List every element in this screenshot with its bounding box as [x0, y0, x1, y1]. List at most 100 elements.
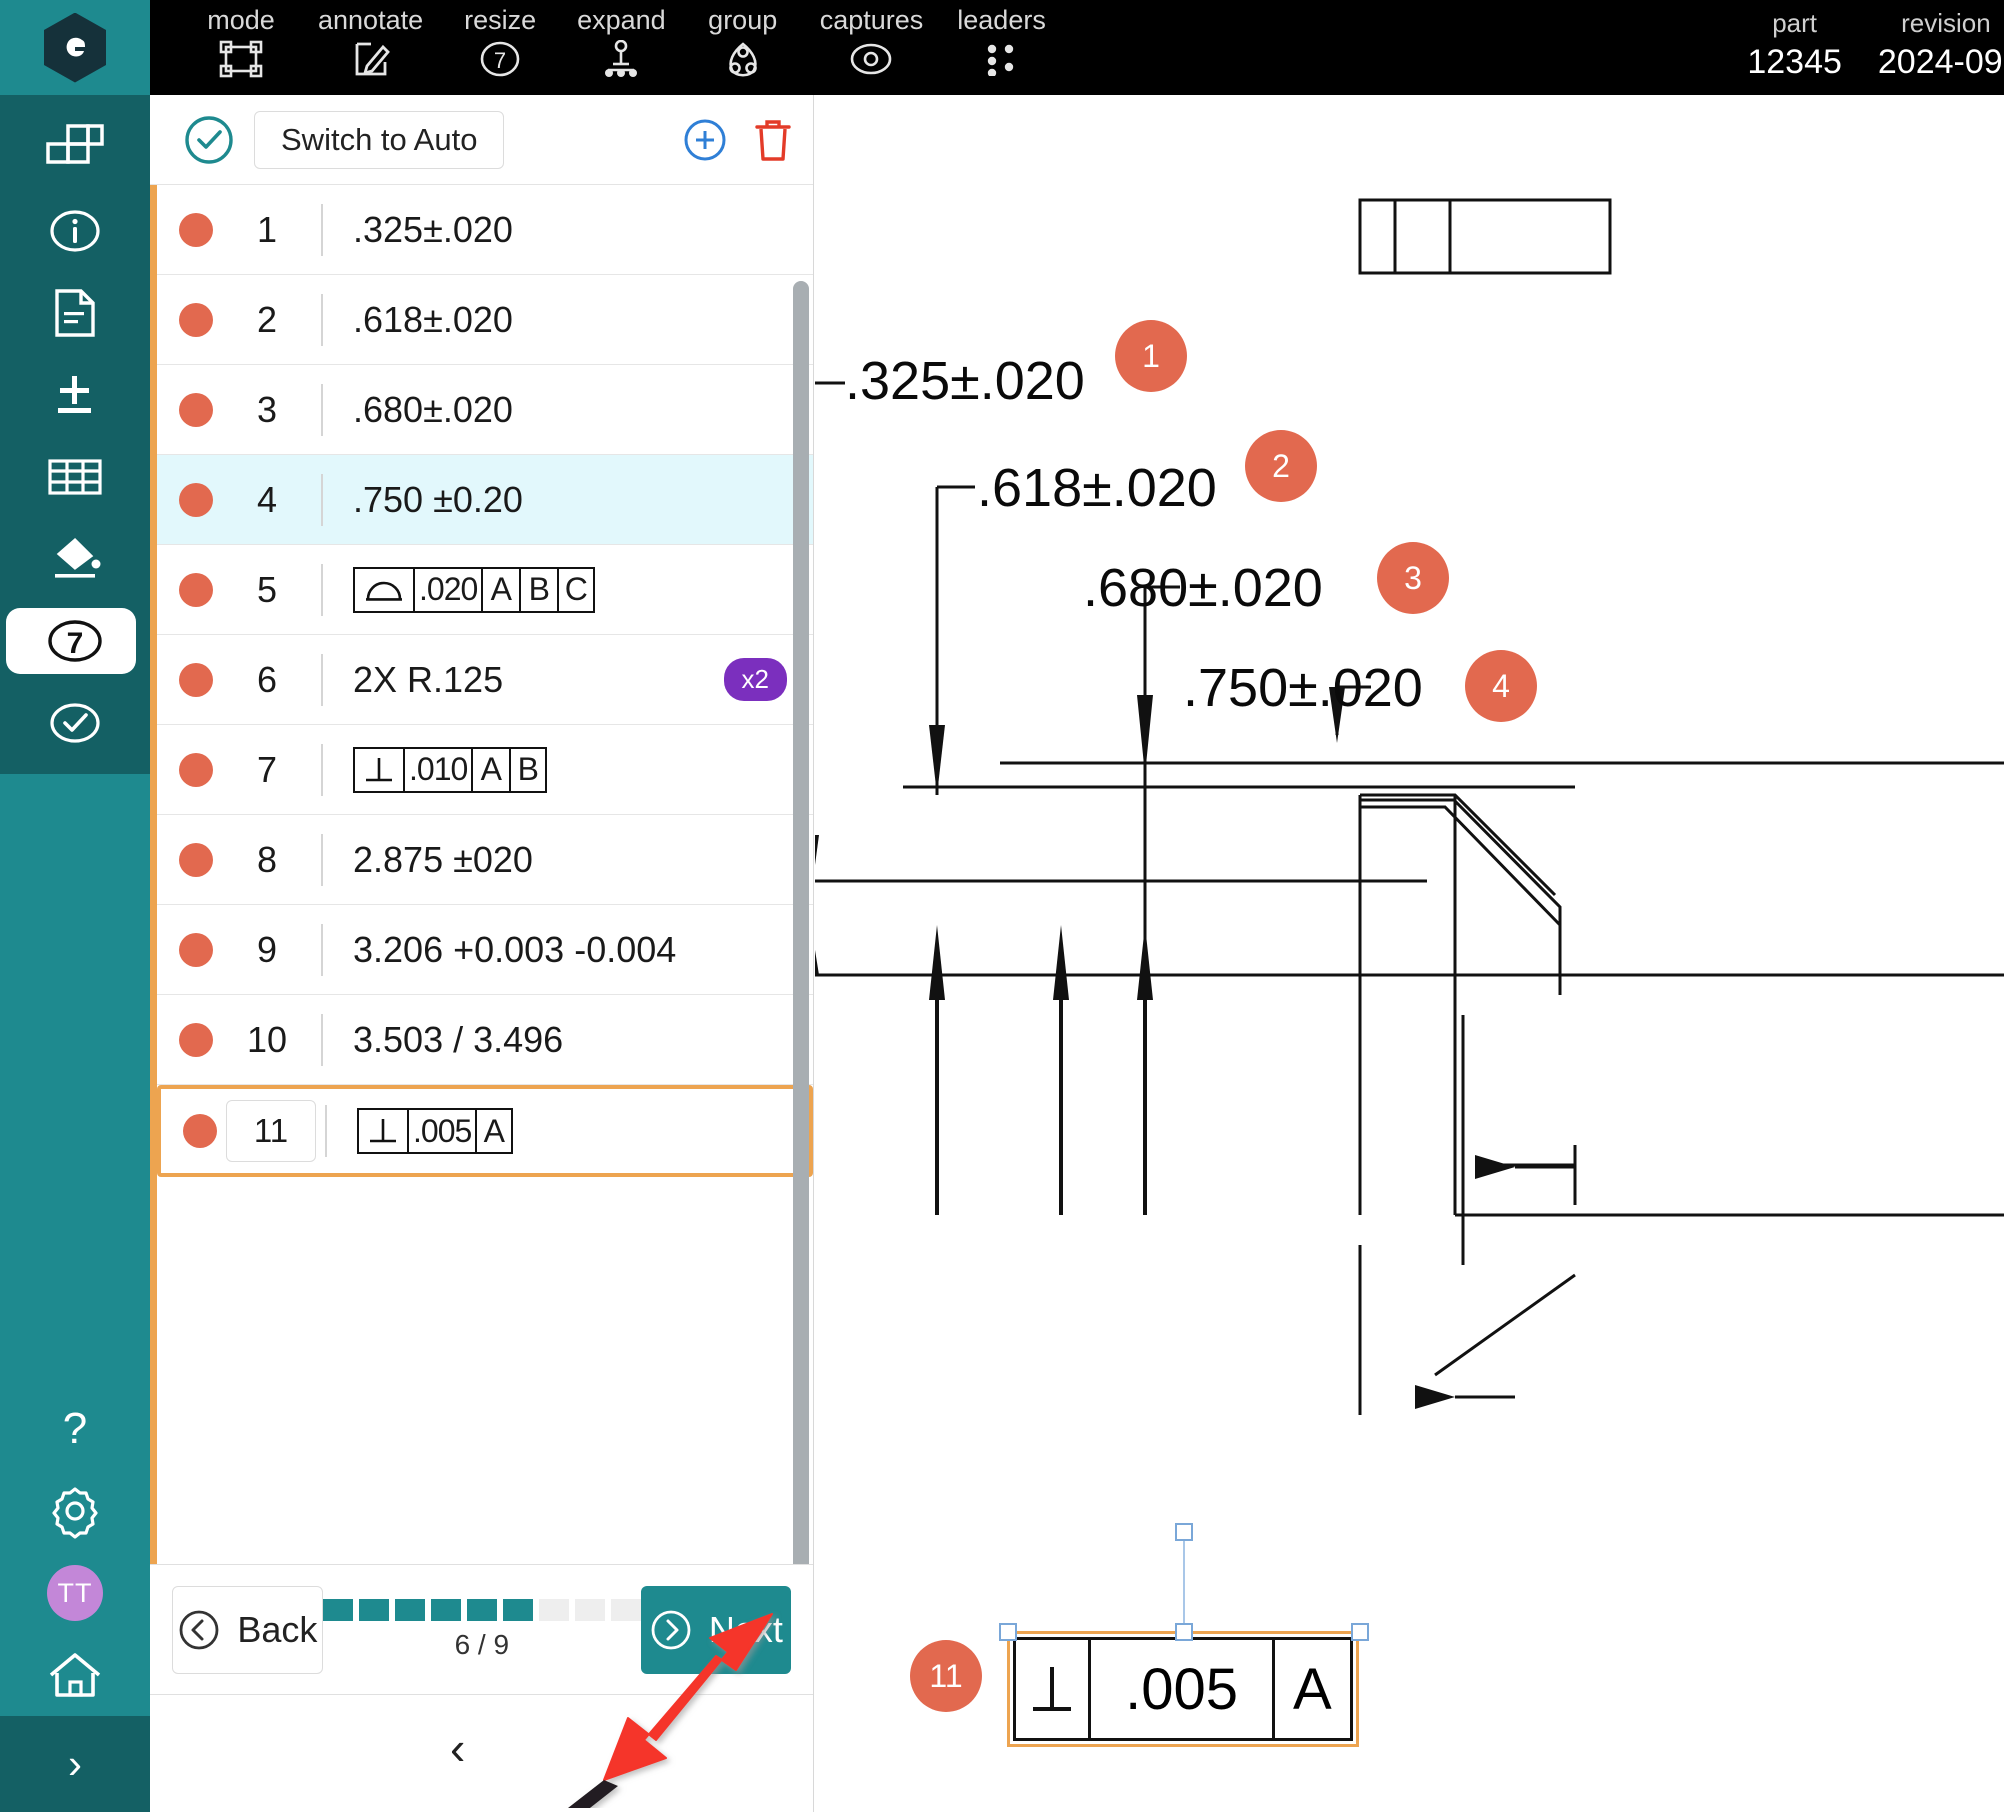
- add-characteristic-button[interactable]: [681, 116, 729, 164]
- canvas-datum-a: A: [1293, 1656, 1332, 1722]
- panel-header: Switch to Auto: [150, 95, 813, 185]
- sidebar-item-approve[interactable]: [0, 682, 150, 764]
- sidebar-item-table[interactable]: [0, 436, 150, 518]
- sidebar-item-tolerance[interactable]: [0, 354, 150, 436]
- progress-segment: [430, 1598, 461, 1621]
- chevron-left-icon[interactable]: ‹: [450, 1721, 465, 1775]
- datum-c: C: [557, 566, 596, 613]
- toolbar-group[interactable]: group: [700, 0, 786, 78]
- toolbar-leaders[interactable]: leaders: [957, 0, 1046, 78]
- multiplicity-badge[interactable]: x2: [723, 658, 787, 701]
- perpendicularity-icon: [357, 1108, 407, 1154]
- sidebar-item-help[interactable]: ?: [0, 1388, 150, 1470]
- switch-to-auto-button[interactable]: Switch to Auto: [254, 110, 505, 169]
- paint-bucket-icon: [55, 537, 101, 578]
- table-row[interactable]: 3 .680±.020: [157, 365, 813, 455]
- canvas-tolerance-value: .005: [1091, 1640, 1275, 1738]
- toolbar-expand-label: expand: [577, 5, 666, 35]
- hexagon-logo-icon: [44, 12, 106, 83]
- datum-b: B: [519, 566, 558, 613]
- status-dot: [179, 662, 213, 697]
- toolbar-leaders-label: leaders: [957, 5, 1046, 35]
- progress-segment: [322, 1598, 353, 1621]
- balloon-4[interactable]: 4: [1465, 650, 1537, 722]
- table-row[interactable]: 7 .010 A B: [157, 725, 813, 815]
- toolbar-mode[interactable]: mode: [198, 0, 284, 78]
- table-row[interactable]: 2 .618±.020: [157, 275, 813, 365]
- part-meta: part 12345: [1747, 0, 1842, 82]
- sidebar-item-info[interactable]: [0, 190, 150, 272]
- toolbar-resize-label: resize: [464, 5, 537, 35]
- scrollbar-thumb[interactable]: [793, 281, 809, 1564]
- sidebar-expand-button[interactable]: ›: [0, 1716, 150, 1812]
- sidebar-item-account[interactable]: TT: [0, 1552, 150, 1634]
- feature-control-frame: .005 A: [357, 1108, 514, 1154]
- status-dot: [179, 932, 213, 967]
- toolbar-annotate[interactable]: annotate: [318, 0, 423, 78]
- chevron-right-icon: ›: [68, 1740, 82, 1787]
- dimension-text-4[interactable]: .750±.020: [1183, 657, 1423, 719]
- table-grid-icon: [48, 459, 102, 495]
- row-number: 9: [256, 928, 278, 970]
- status-dot: [179, 482, 213, 517]
- selection-leader-line: [1183, 1531, 1185, 1631]
- characteristics-list: 1 .325±.020 2 .618±.020 3 .680±.020 4 .7…: [150, 185, 813, 1564]
- selection-handle-top[interactable]: [1175, 1523, 1193, 1541]
- revision-label: revision: [1901, 8, 1991, 38]
- toolbar-captures-label: captures: [819, 5, 924, 35]
- sidebar-item-settings[interactable]: [0, 1470, 150, 1552]
- toolbar-captures[interactable]: captures: [819, 0, 924, 78]
- table-row[interactable]: 1 .325±.020: [157, 185, 813, 275]
- delete-characteristic-button[interactable]: [751, 116, 795, 164]
- selection-handle-right[interactable]: [1351, 1623, 1369, 1641]
- balloon-seven-icon: 7: [479, 40, 521, 78]
- table-row[interactable]: 4 .750 ±0.20: [157, 455, 813, 545]
- toolbar-mode-label: mode: [207, 5, 275, 35]
- balloon-11[interactable]: 11: [910, 1640, 982, 1712]
- back-button[interactable]: Back: [172, 1585, 323, 1674]
- dimension-text-1[interactable]: .325±.020: [845, 350, 1085, 412]
- tolerance-value: .010: [403, 746, 472, 793]
- row-number-input[interactable]: 11: [226, 1100, 316, 1162]
- toolbar-resize[interactable]: resize 7: [457, 0, 543, 78]
- svg-text:7: 7: [67, 627, 84, 660]
- status-dot: [179, 1022, 213, 1057]
- panel-check-button[interactable]: [182, 113, 236, 167]
- tolerance-value: .005: [407, 1108, 476, 1154]
- switch-to-auto-label: Switch to Auto: [281, 121, 478, 157]
- table-row[interactable]: 11 .005 A: [157, 1085, 813, 1177]
- drawing-canvas[interactable]: .325±.020 1 .618±.020 2 .680±.020 3 .750…: [815, 95, 2004, 1812]
- sidebar-item-home[interactable]: [0, 1634, 150, 1716]
- row-number: 6: [256, 658, 278, 700]
- row-value: .618±.020: [353, 298, 513, 340]
- dimension-text-3[interactable]: .680±.020: [1083, 557, 1323, 619]
- selection-handle-left[interactable]: [999, 1623, 1017, 1641]
- sidebar-item-fill[interactable]: [0, 518, 150, 600]
- table-row[interactable]: 8 2.875 ±020: [157, 815, 813, 905]
- row-number: 10: [246, 1018, 288, 1060]
- balloon-1[interactable]: 1: [1115, 320, 1187, 392]
- canvas-feature-control-frame[interactable]: .005 A: [1013, 1637, 1353, 1741]
- selection-handle-mid[interactable]: [1175, 1623, 1193, 1641]
- toolbar-meta: part 12345 revision 2024-09-: [1747, 0, 2004, 82]
- pencil-square-icon: [351, 40, 391, 78]
- group-nodes-icon: [722, 40, 764, 78]
- table-row[interactable]: 6 2X R.125 x2: [157, 635, 813, 725]
- sidebar-item-balloons[interactable]: 7: [0, 600, 150, 682]
- dimension-text-2[interactable]: .618±.020: [977, 457, 1217, 519]
- balloon-3[interactable]: 3: [1377, 542, 1449, 614]
- row-number: 1: [256, 208, 278, 250]
- row-number: 2: [256, 298, 278, 340]
- annotation-arrow: [568, 1613, 773, 1808]
- balloon-2[interactable]: 2: [1245, 430, 1317, 502]
- sidebar-item-document[interactable]: [0, 272, 150, 354]
- sidebar-item-blocks[interactable]: [0, 95, 150, 190]
- list-scrollbar[interactable]: [793, 281, 809, 1564]
- table-row[interactable]: 10 3.503 / 3.496: [157, 995, 813, 1085]
- table-row[interactable]: 5 .020 A B C: [157, 545, 813, 635]
- table-row[interactable]: 9 3.206 +0.003 -0.004: [157, 905, 813, 995]
- leader-dots-icon: [983, 40, 1021, 78]
- app-logo[interactable]: [0, 0, 150, 95]
- toolbar-expand[interactable]: expand: [577, 0, 666, 78]
- datum-b: B: [509, 746, 548, 793]
